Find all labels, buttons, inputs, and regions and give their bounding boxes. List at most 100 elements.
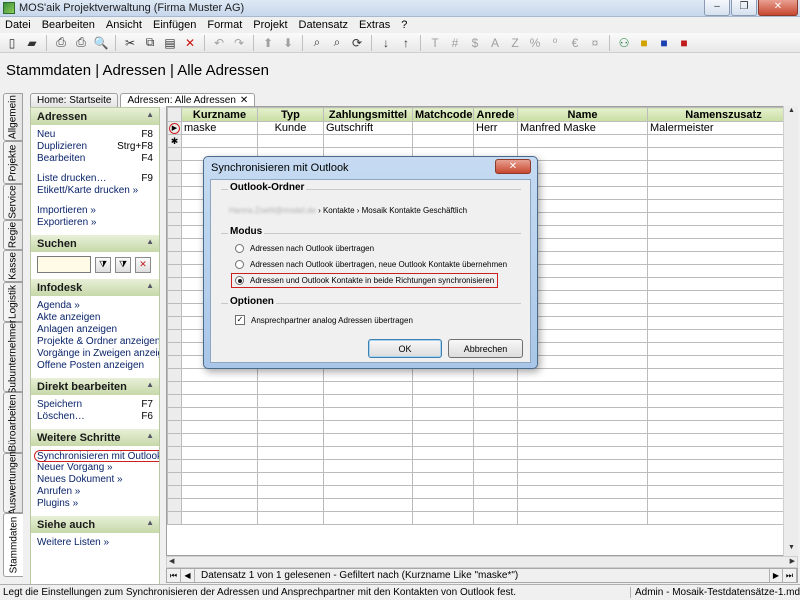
ok-button[interactable]: OK — [368, 339, 442, 358]
scroll-right-icon[interactable]: ▶ — [790, 557, 795, 565]
cell-zahlungsmittel[interactable]: Gutschrift — [323, 121, 413, 135]
arrow-up-icon[interactable]: ⬆ — [259, 34, 277, 52]
refresh-icon[interactable]: ⟳ — [348, 34, 366, 52]
column-header-namenszusatz[interactable]: Namenszusatz — [647, 107, 797, 122]
vtab-auswertungen[interactable]: Auswertungen — [3, 451, 23, 515]
vtab-subunternehmer[interactable]: Subunternehmer — [3, 320, 23, 394]
lock-blue-icon[interactable]: ■ — [655, 34, 673, 52]
column-header-typ[interactable]: Typ — [257, 107, 324, 122]
action-plugins[interactable]: Plugins » — [37, 498, 153, 510]
vtab-kasse[interactable]: Kasse — [3, 250, 23, 282]
undo-icon[interactable]: ↶ — [210, 34, 228, 52]
new-document-icon[interactable]: ▯ — [3, 34, 21, 52]
minimize-button[interactable]: – — [704, 0, 730, 16]
paste-icon[interactable]: ▤ — [161, 34, 179, 52]
table-row[interactable]: ▶ maske Kunde Gutschrift Herr Manfred Ma… — [167, 121, 797, 135]
action-offene-posten[interactable]: Offene Posten anzeigen — [37, 360, 153, 372]
letter-a-icon[interactable]: A — [486, 34, 504, 52]
cancel-button[interactable]: Abbrechen — [448, 339, 523, 358]
currency-icon[interactable]: ¤ — [586, 34, 604, 52]
print-icon[interactable]: ⎙ — [52, 34, 70, 52]
action-anlagen-anzeigen[interactable]: Anlagen anzeigen — [37, 324, 153, 336]
copy-icon[interactable]: ⧉ — [141, 34, 159, 52]
open-folder-icon[interactable]: ▰ — [23, 34, 41, 52]
action-speichern[interactable]: Speichern F7 — [37, 399, 153, 411]
row-selector[interactable]: ▶ — [167, 121, 182, 135]
action-etikett-drucken[interactable]: Etikett/Karte drucken » — [37, 185, 153, 197]
menu-extras[interactable]: Extras — [359, 19, 390, 31]
clear-filter-icon[interactable]: ✕ — [135, 256, 151, 273]
decimal-icon[interactable]: ⁰ — [546, 34, 564, 52]
action-akte-anzeigen[interactable]: Akte anzeigen — [37, 312, 153, 324]
action-duplizieren[interactable]: Duplizieren Strg+F8 — [37, 141, 153, 153]
column-header-kurzname[interactable]: Kurzname — [181, 107, 258, 122]
previous-record-icon[interactable]: ◀ — [181, 569, 195, 582]
vtab-bueroarbeiten[interactable]: Büroarbeiten — [3, 392, 23, 453]
action-exportieren[interactable]: Exportieren » — [37, 217, 153, 229]
users-icon[interactable]: ⚇ — [615, 34, 633, 52]
action-neues-dokument[interactable]: Neues Dokument » — [37, 474, 153, 486]
letter-z-icon[interactable]: Z — [506, 34, 524, 52]
page-preview-icon[interactable]: 🔍 — [92, 34, 110, 52]
hash-icon[interactable]: # — [446, 34, 464, 52]
percent-icon[interactable]: % — [526, 34, 544, 52]
column-header-anrede[interactable]: Anrede — [473, 107, 518, 122]
cell-namenszusatz[interactable]: Malermeister — [647, 121, 797, 135]
cut-icon[interactable]: ✂ — [121, 34, 139, 52]
text-t-icon[interactable]: T — [426, 34, 444, 52]
menu-einfuegen[interactable]: Einfügen — [153, 19, 196, 31]
pane-header-suchen[interactable]: Suchen ▲ — [31, 235, 159, 252]
column-header-matchcode[interactable]: Matchcode — [412, 107, 474, 122]
last-record-icon[interactable]: ⏭ — [783, 569, 797, 582]
action-anrufen[interactable]: Anrufen » — [37, 486, 153, 498]
menu-projekt[interactable]: Projekt — [253, 19, 287, 31]
menu-datensatz[interactable]: Datensatz — [299, 19, 349, 31]
pane-header-siehe[interactable]: Siehe auch ▲ — [31, 516, 159, 533]
decimal-euro-icon[interactable]: € — [566, 34, 584, 52]
search-replace-icon[interactable]: ⌕ — [328, 34, 346, 52]
pane-header-adressen[interactable]: Adressen ▲ — [31, 108, 159, 125]
sort-ascending-icon[interactable]: ↓ — [377, 34, 395, 52]
sort-descending-icon[interactable]: ↑ — [397, 34, 415, 52]
action-vorgaenge-zweigen[interactable]: Vorgänge in Zweigen anzeigen — [37, 348, 159, 360]
menu-help[interactable]: ? — [401, 19, 407, 31]
menu-ansicht[interactable]: Ansicht — [106, 19, 142, 31]
next-record-icon[interactable]: ▶ — [769, 569, 783, 582]
first-record-icon[interactable]: ⏮ — [167, 569, 181, 582]
radio-button[interactable] — [235, 244, 244, 253]
checkbox-checked-icon[interactable]: ✓ — [235, 315, 245, 325]
cell-kurzname[interactable]: maske — [181, 121, 258, 135]
pane-header-weitere[interactable]: Weitere Schritte ▲ — [31, 429, 159, 446]
tab-adressen[interactable]: Adressen: Alle Adressen ✕ — [120, 93, 256, 107]
find-icon[interactable]: ⌕ — [308, 34, 326, 52]
print-preview-icon[interactable]: ⎙ — [72, 34, 90, 52]
menu-bearbeiten[interactable]: Bearbeiten — [42, 19, 95, 31]
vertical-scrollbar[interactable]: ▲ ▼ — [783, 106, 798, 556]
option-contacts-checkbox[interactable]: ✓ Ansprechpartner analog Adressen übertra… — [235, 315, 413, 325]
action-weitere-listen[interactable]: Weitere Listen » — [37, 537, 153, 549]
dialog-close-button[interactable]: ✕ — [495, 159, 531, 174]
redo-icon[interactable]: ↷ — [230, 34, 248, 52]
tab-home[interactable]: Home: Startseite — [30, 93, 119, 107]
cell-name[interactable]: Manfred Maske — [517, 121, 648, 135]
lock-red-icon[interactable]: ■ — [675, 34, 693, 52]
mode-option-sync-both[interactable]: Adressen und Outlook Kontakte in beide R… — [231, 273, 499, 288]
scroll-up-icon[interactable]: ▲ — [786, 107, 797, 118]
vtab-regie[interactable]: Regie — [3, 220, 23, 250]
pane-header-infodesk[interactable]: Infodesk ▲ — [31, 279, 159, 296]
action-sync-outlook[interactable]: Synchronisieren mit Outlook… — [34, 450, 159, 462]
horizontal-scrollbar[interactable]: ◀ ▶ — [166, 556, 798, 568]
cell-typ[interactable]: Kunde — [257, 121, 324, 135]
column-header-zahlungsmittel[interactable]: Zahlungsmittel — [323, 107, 413, 122]
cell-anrede[interactable]: Herr — [473, 121, 518, 135]
action-neu[interactable]: Neu F8 — [37, 129, 153, 141]
mode-option-export[interactable]: Adressen nach Outlook übertragen — [235, 244, 374, 253]
search-input[interactable] — [37, 256, 91, 273]
search-filter-icon[interactable]: ⧩ — [95, 256, 111, 273]
close-button[interactable]: ✕ — [758, 0, 798, 16]
vtab-stammdaten[interactable]: Stammdaten — [3, 513, 23, 577]
action-agenda[interactable]: Agenda » — [37, 300, 153, 312]
mode-option-export-import[interactable]: Adressen nach Outlook übertragen, neue O… — [235, 260, 507, 269]
lock-yellow-icon[interactable]: ■ — [635, 34, 653, 52]
pane-header-direkt[interactable]: Direkt bearbeiten ▲ — [31, 378, 159, 395]
